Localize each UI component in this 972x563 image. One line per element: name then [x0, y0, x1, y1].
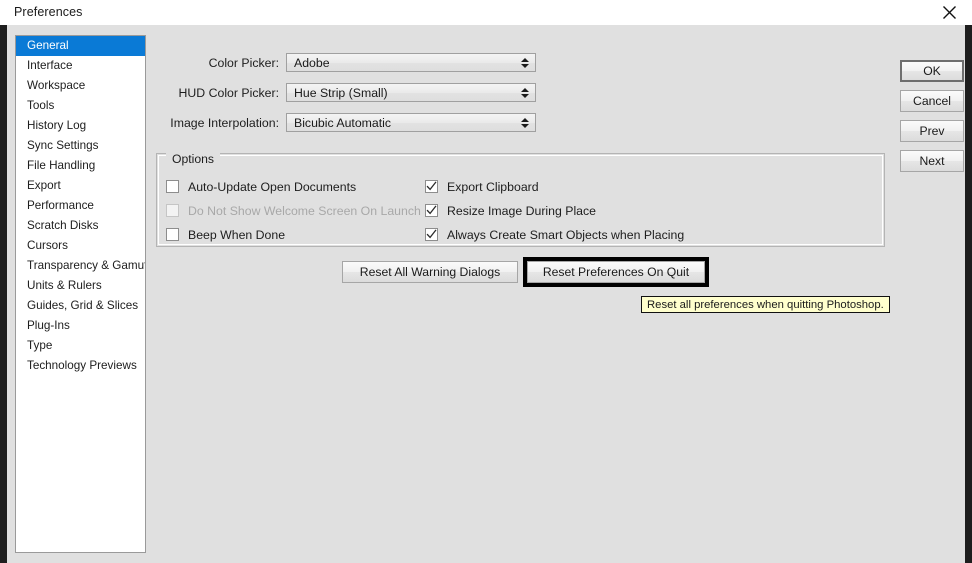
prev-button[interactable]: Prev [900, 120, 964, 142]
field-row-hud-color-picker: HUD Color Picker: Hue Strip (Small) [7, 82, 537, 103]
sidebar-item-transparency-gamut[interactable]: Transparency & Gamut [16, 256, 145, 276]
color-picker-value: Adobe [294, 55, 330, 70]
sidebar-item-label: Plug-Ins [27, 319, 70, 332]
checkbox-row-do-not-show-welcome-screen-on-launch: Do Not Show Welcome Screen On Launch [166, 202, 421, 219]
chevron-updown-icon [519, 84, 530, 101]
hud-color-picker-dropdown[interactable]: Hue Strip (Small) [286, 83, 536, 102]
sidebar-item-cursors[interactable]: Cursors [16, 236, 145, 256]
preferences-dialog: Preferences General Interface Workspace Too… [0, 0, 972, 563]
sidebar-item-label: Performance [27, 199, 94, 212]
checkbox-row-auto-update-open-documents[interactable]: Auto-Update Open Documents [166, 178, 356, 195]
field-label-color-picker: Color Picker: [208, 55, 279, 70]
hud-color-picker-value: Hue Strip (Small) [294, 85, 388, 100]
sidebar-item-performance[interactable]: Performance [16, 196, 145, 216]
sidebar-item-units-rulers[interactable]: Units & Rulers [16, 276, 145, 296]
sidebar-item-label: File Handling [27, 159, 96, 172]
checkbox-row-export-clipboard[interactable]: Export Clipboard [425, 178, 539, 195]
ok-button[interactable]: OK [900, 60, 964, 82]
checkbox-label: Auto-Update Open Documents [188, 179, 357, 194]
sidebar-item-label: Sync Settings [27, 139, 99, 152]
sidebar-item-plug-ins[interactable]: Plug-Ins [16, 316, 145, 336]
next-button[interactable]: Next [900, 150, 964, 172]
close-button[interactable] [926, 0, 972, 25]
checkbox-row-beep-when-done[interactable]: Beep When Done [166, 226, 285, 243]
checkbox-label: Always Create Smart Objects when Placing [447, 227, 685, 242]
sidebar-item-label: Export [27, 179, 61, 192]
checkbox-unchecked-icon[interactable] [166, 228, 179, 241]
cancel-button[interactable]: Cancel [900, 90, 964, 112]
field-row-image-interpolation: Image Interpolation: Bicubic Automatic [7, 112, 537, 133]
sidebar-item-label: General [27, 39, 69, 52]
field-label-image-interpolation: Image Interpolation: [170, 115, 279, 130]
sidebar-item-label: Cursors [27, 239, 68, 252]
sidebar-item-guides-grid-slices[interactable]: Guides, Grid & Slices [16, 296, 145, 316]
checkbox-unchecked-icon[interactable] [166, 180, 179, 193]
sidebar-item-scratch-disks[interactable]: Scratch Disks [16, 216, 145, 236]
chevron-updown-icon [519, 54, 530, 71]
sidebar-item-label: Technology Previews [27, 359, 137, 372]
window-title: Preferences [14, 5, 83, 19]
sidebar-item-sync-settings[interactable]: Sync Settings [16, 136, 145, 156]
image-interpolation-value: Bicubic Automatic [294, 115, 392, 130]
checkbox-label: Export Clipboard [447, 179, 539, 194]
close-icon [942, 5, 957, 20]
checkbox-unchecked-icon [166, 204, 179, 217]
title-bar: Preferences [0, 0, 972, 25]
options-group-label: Options [166, 152, 221, 166]
color-picker-dropdown[interactable]: Adobe [286, 53, 536, 72]
image-interpolation-dropdown[interactable]: Bicubic Automatic [286, 113, 536, 132]
sidebar-item-label: Scratch Disks [27, 219, 99, 232]
checkbox-label: Do Not Show Welcome Screen On Launch [188, 203, 421, 218]
tooltip: Reset all preferences when quitting Phot… [641, 296, 890, 313]
reset-all-warning-dialogs-button[interactable]: Reset All Warning Dialogs [342, 261, 518, 283]
sidebar-item-type[interactable]: Type [16, 336, 145, 356]
checkbox-checked-icon[interactable] [425, 180, 438, 193]
dialog-body: General Interface Workspace Tools History Lo… [7, 25, 965, 563]
reset-preferences-on-quit-button[interactable]: Reset Preferences On Quit [527, 261, 705, 283]
chevron-updown-icon [519, 114, 530, 131]
checkbox-row-always-create-smart-objects-when-placing[interactable]: Always Create Smart Objects when Placing [425, 226, 684, 243]
checkbox-checked-icon[interactable] [425, 204, 438, 217]
sidebar-item-label: Units & Rulers [27, 279, 102, 292]
sidebar-item-technology-previews[interactable]: Technology Previews [16, 356, 145, 376]
sidebar-item-label: Guides, Grid & Slices [27, 299, 139, 312]
field-label-hud-color-picker: HUD Color Picker: [178, 85, 279, 100]
checkbox-checked-icon[interactable] [425, 228, 438, 241]
reset-preferences-focus-ring: Reset Preferences On Quit [523, 257, 709, 287]
checkbox-label: Resize Image During Place [447, 203, 596, 218]
sidebar-item-export[interactable]: Export [16, 176, 145, 196]
sidebar-item-label: Type [27, 339, 53, 352]
checkbox-label: Beep When Done [188, 227, 286, 242]
checkbox-row-resize-image-during-place[interactable]: Resize Image During Place [425, 202, 596, 219]
sidebar-item-label: Transparency & Gamut [27, 259, 146, 272]
sidebar-item-file-handling[interactable]: File Handling [16, 156, 145, 176]
field-row-color-picker: Color Picker: Adobe [7, 52, 537, 73]
